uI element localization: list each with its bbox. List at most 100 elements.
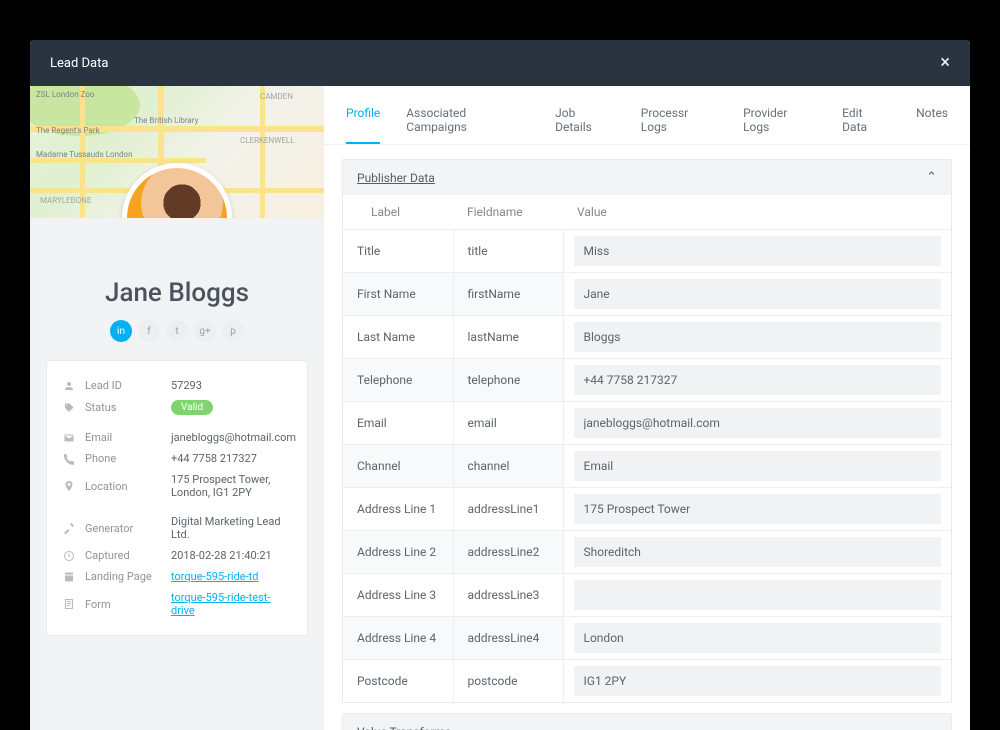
tab-provider-logs[interactable]: Provider Logs (743, 100, 816, 144)
chevron-up-icon: ⌃ (926, 170, 937, 185)
table-row: Titletitle (343, 230, 951, 273)
form-link[interactable]: torque-595-ride-test-drive (171, 591, 291, 617)
map-label: MARYLEBONE (40, 196, 91, 205)
cell-fieldname: telephone (453, 359, 563, 402)
table-row: Postcodepostcode (343, 660, 951, 703)
tabs: Profile Associated Campaigns Job Details… (324, 86, 970, 145)
cell-label: Title (343, 230, 453, 273)
map-label: CLERKENWELL (240, 136, 295, 145)
window-title: Lead Data (50, 56, 108, 71)
value: 57293 (171, 379, 202, 392)
table-row: Address Line 4addressLine4 (343, 617, 951, 660)
tool-icon (63, 522, 77, 534)
close-icon[interactable]: × (940, 54, 950, 72)
value-input[interactable] (574, 236, 942, 266)
table-row: Address Line 3addressLine3 (343, 574, 951, 617)
publisher-table: Label Fieldname Value TitletitleFirst Na… (343, 195, 951, 702)
value-input[interactable] (574, 322, 942, 352)
label: Generator (85, 522, 163, 535)
value-input[interactable] (574, 451, 942, 481)
cell-value (563, 531, 951, 574)
cell-label: Address Line 3 (343, 574, 453, 617)
table-row: Channelchannel (343, 445, 951, 488)
info-row-status: Status Valid (63, 396, 291, 419)
tab-job-details[interactable]: Job Details (555, 100, 615, 144)
value-input[interactable] (574, 537, 942, 567)
tab-associated-campaigns[interactable]: Associated Campaigns (406, 100, 529, 144)
sidebar: ZSL London Zoo The Regent's Park The Bri… (30, 86, 324, 730)
profile-name: Jane Bloggs (50, 278, 304, 308)
section-publisher-data: Publisher Data ⌃ Label Fieldname Value T… (342, 159, 952, 703)
cell-value (563, 359, 951, 402)
value-input[interactable] (574, 365, 942, 395)
pin-icon (63, 480, 77, 492)
label: Landing Page (85, 570, 163, 583)
table-row: Emailemail (343, 402, 951, 445)
value-input[interactable] (574, 580, 942, 610)
googleplus-icon[interactable]: g+ (194, 320, 216, 342)
cell-value (563, 660, 951, 703)
value-input[interactable] (574, 408, 942, 438)
cell-label: Last Name (343, 316, 453, 359)
table-row: Address Line 2addressLine2 (343, 531, 951, 574)
clock-icon (63, 550, 77, 562)
value: janebloggs@hotmail.com (171, 431, 296, 444)
cell-value (563, 617, 951, 660)
col-fieldname: Fieldname (453, 195, 563, 230)
cell-value (563, 574, 951, 617)
tag-icon (63, 402, 77, 414)
cell-value (563, 402, 951, 445)
value-input[interactable] (574, 623, 942, 653)
value: 175 Prospect Tower, London, IG1 2PY (171, 473, 291, 499)
info-row-email: Email janebloggs@hotmail.com (63, 427, 291, 448)
label: Lead ID (85, 379, 163, 392)
cell-fieldname: lastName (453, 316, 563, 359)
cell-label: Channel (343, 445, 453, 488)
cell-value (563, 230, 951, 273)
section-header-value-transforms[interactable]: Value Transforms ⌄ (343, 714, 951, 730)
map-header: ZSL London Zoo The Regent's Park The Bri… (30, 86, 324, 218)
facebook-icon[interactable]: f (138, 320, 160, 342)
cell-fieldname: addressLine2 (453, 531, 563, 574)
map-label: Madame Tussauds London (36, 150, 133, 159)
map-label: The British Library (134, 116, 198, 125)
value-input[interactable] (574, 494, 942, 524)
modal-body: ZSL London Zoo The Regent's Park The Bri… (30, 86, 970, 730)
value: 2018-02-28 21:40:21 (171, 549, 272, 562)
map-label: ZSL London Zoo (36, 90, 94, 99)
cell-value (563, 445, 951, 488)
twitter-icon[interactable]: t (166, 320, 188, 342)
value-input[interactable] (574, 279, 942, 309)
tab-edit-data[interactable]: Edit Data (842, 100, 890, 144)
tab-content: Publisher Data ⌃ Label Fieldname Value T… (324, 145, 970, 730)
value-input[interactable] (574, 666, 942, 696)
cell-fieldname: postcode (453, 660, 563, 703)
section-header-publisher[interactable]: Publisher Data ⌃ (343, 160, 951, 195)
table-row: Last NamelastName (343, 316, 951, 359)
cell-fieldname: channel (453, 445, 563, 488)
section-title: Value Transforms (357, 725, 451, 730)
cell-fieldname: firstName (453, 273, 563, 316)
status-badge: Valid (171, 400, 213, 415)
info-row-form: Form torque-595-ride-test-drive (63, 587, 291, 621)
linkedin-icon[interactable]: in (110, 320, 132, 342)
tab-profile[interactable]: Profile (346, 100, 380, 144)
section-value-transforms: Value Transforms ⌄ (342, 713, 952, 730)
tab-processr-logs[interactable]: Processr Logs (641, 100, 717, 144)
table-row: Telephonetelephone (343, 359, 951, 402)
cell-label: First Name (343, 273, 453, 316)
cell-fieldname: addressLine1 (453, 488, 563, 531)
pinterest-icon[interactable]: p (222, 320, 244, 342)
main: Profile Associated Campaigns Job Details… (324, 86, 970, 730)
col-value: Value (563, 195, 951, 230)
info-row-lead-id: Lead ID 57293 (63, 375, 291, 396)
profile-block: Jane Bloggs in f t g+ p (30, 218, 324, 360)
cell-label: Telephone (343, 359, 453, 402)
col-label: Label (343, 195, 453, 230)
avatar (122, 163, 232, 218)
cell-fieldname: addressLine3 (453, 574, 563, 617)
landing-page-link[interactable]: torque-595-ride-td (171, 570, 258, 583)
info-row-captured: Captured 2018-02-28 21:40:21 (63, 545, 291, 566)
tab-notes[interactable]: Notes (916, 100, 948, 144)
value: +44 7758 217327 (171, 452, 257, 465)
